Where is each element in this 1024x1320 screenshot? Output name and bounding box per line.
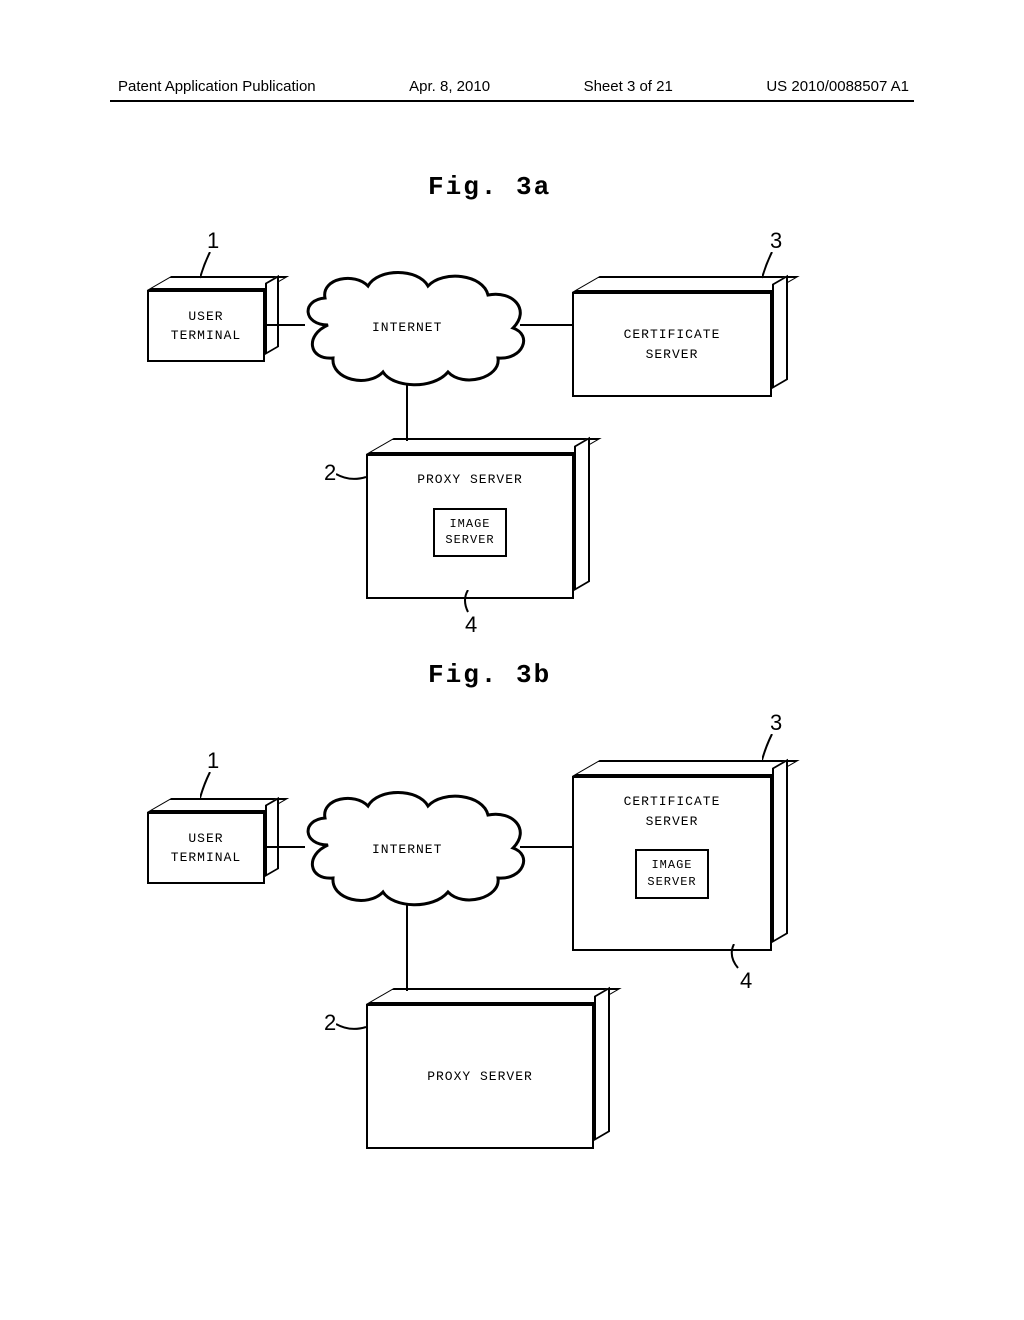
conn-cloud-proxy-b [406,905,408,991]
conn-cloud-proxy-a [406,385,408,441]
conn-cloud-cert-b [520,846,572,848]
conn-user-cloud-a [265,324,305,326]
ref-2-label-b: 2 [324,1010,336,1036]
figure-3b-title: Fig. 3b [428,660,551,690]
ref-3-leader-a [762,252,782,280]
patent-header: Patent Application Publication Apr. 8, 2… [0,78,1024,95]
figure-3a-title: Fig. 3a [428,172,551,202]
conn-cloud-cert-a [520,324,572,326]
ref-3-label-a: 3 [770,228,782,254]
header-rule [110,100,914,102]
ref-1-label-b: 1 [207,748,219,774]
ref-4-label-b: 4 [740,968,752,994]
proxy-server-label-b: PROXY SERVER [427,1067,533,1087]
ref-3-leader-b [762,734,782,762]
ref-1-leader [200,252,220,280]
ref-4-leader-b [730,944,750,970]
ref-4-label-a: 4 [465,612,477,638]
ref-2-leader-b [336,1020,368,1034]
conn-user-cloud-b [265,846,305,848]
internet-label-b: INTERNET [372,842,442,857]
header-date: Apr. 8, 2010 [409,78,490,95]
ref-2-leader-a [336,470,368,484]
ref-4-leader-a [460,590,480,614]
proxy-server-label-a: PROXY SERVER [417,470,523,490]
ref-1-leader-b [200,772,220,800]
header-pubno: US 2010/0088507 A1 [766,78,909,95]
image-server-box-a: IMAGE SERVER [433,508,506,558]
image-server-box-b: IMAGE SERVER [635,849,708,899]
header-left: Patent Application Publication [118,78,316,95]
ref-3-label-b: 3 [770,710,782,736]
ref-1-label: 1 [207,228,219,254]
certificate-server-label-b: CERTIFICATE SERVER [624,792,721,831]
header-sheet: Sheet 3 of 21 [584,78,673,95]
ref-2-label-a: 2 [324,460,336,486]
internet-label-a: INTERNET [372,320,442,335]
